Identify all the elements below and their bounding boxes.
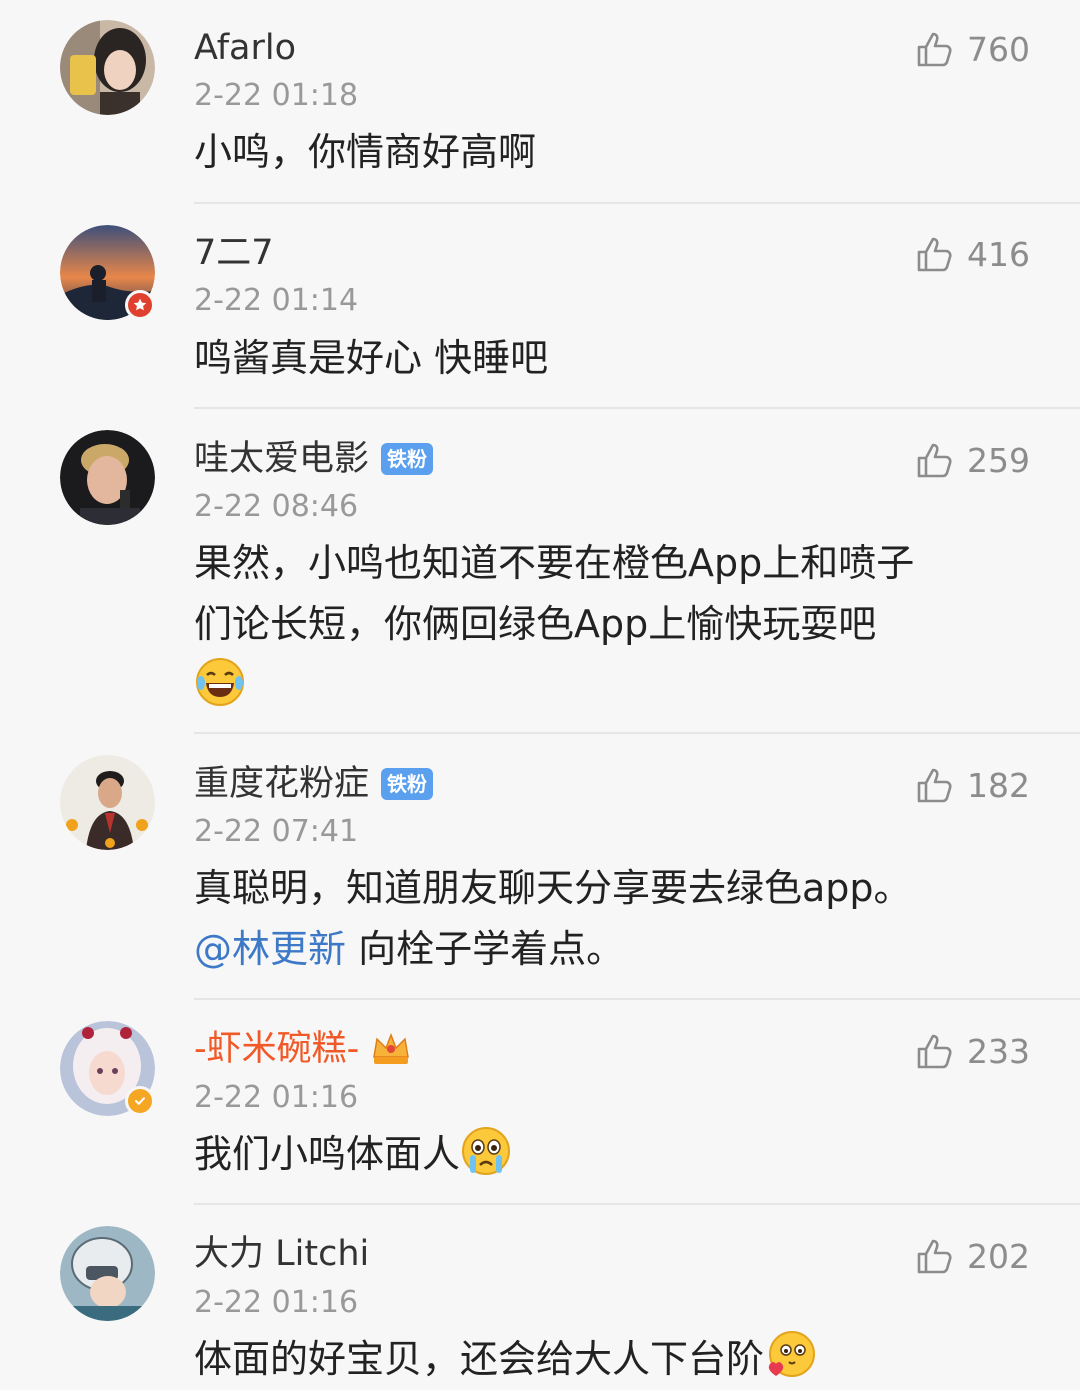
thumbs-up-icon [917, 1239, 952, 1274]
like-button[interactable]: 760 [915, 25, 1030, 73]
thumbs-up-icon [917, 237, 952, 272]
like-button[interactable]: 259 [915, 436, 1030, 484]
comment-timestamp: 2-22 01:16 [194, 1285, 359, 1320]
thumbs-up-icon [917, 1034, 952, 1069]
thumbs-up-icon [917, 32, 952, 67]
avatar[interactable] [60, 755, 155, 850]
divider [194, 998, 1080, 1000]
divider [194, 732, 1080, 734]
avatar[interactable] [60, 1226, 155, 1321]
like-count: 233 [967, 1031, 1030, 1071]
comment-text-line: 我们小鸣体面人 [194, 1132, 461, 1176]
divider [194, 202, 1080, 204]
like-count: 760 [967, 29, 1030, 69]
comment-timestamp: 2-22 07:41 [194, 814, 359, 849]
comment-text: 真聪明，知道朋友聊天分享要去绿色app。 @林更新 向栓子学着点。 [194, 858, 1024, 980]
username[interactable]: 7二7 [194, 229, 274, 277]
thumbs-up-icon [917, 768, 952, 803]
verified-badge-icon [125, 290, 155, 320]
like-count: 416 [967, 234, 1030, 274]
comment-text: 小鸣，你情商好高啊 [194, 130, 537, 174]
crown-icon [373, 1032, 410, 1064]
comment-text: 我们小鸣体面人 [194, 1124, 1024, 1185]
divider [194, 407, 1080, 409]
comment-text: 果然，小鸣也知道不要在橙色App上和喷子 们论长短，你俩回绿色App上愉快玩耍吧 [194, 533, 1024, 716]
comment-list: Afarlo 2-22 01:18 760 小鸣，你情商好高啊 7二7 2-22… [0, 0, 1080, 1390]
avatar[interactable] [60, 20, 155, 115]
mention-link[interactable]: @林更新 [194, 927, 346, 971]
username[interactable]: Afarlo [194, 24, 296, 72]
fan-badge: 铁粉 [381, 768, 434, 800]
comment-text-line: 体面的好宝贝，还会给大人下台阶 [194, 1337, 765, 1381]
comment-timestamp: 2-22 01:14 [194, 283, 359, 318]
comment-timestamp: 2-22 01:18 [194, 78, 359, 113]
like-button[interactable]: 182 [915, 761, 1030, 809]
username[interactable]: 哇太爱电影 [194, 435, 369, 483]
thumbs-up-icon [917, 443, 952, 478]
like-count: 202 [967, 1236, 1030, 1276]
username[interactable]: -虾米碗糕- [194, 1025, 359, 1073]
comment-timestamp: 2-22 08:46 [194, 489, 359, 524]
fan-badge: 铁粉 [381, 443, 434, 475]
comment-text-line: 们论长短，你俩回绿色App上愉快玩耍吧 [194, 602, 877, 646]
username[interactable]: 重度花粉症 [194, 760, 369, 808]
like-count: 259 [967, 440, 1030, 480]
username[interactable]: 大力 Litchi [194, 1230, 369, 1278]
comment-timestamp: 2-22 01:16 [194, 1080, 359, 1115]
comment-text-line: 真聪明，知道朋友聊天分享要去绿色app。 [194, 866, 912, 910]
crying-emoji [462, 1127, 511, 1175]
comment-text-line: 向栓子学着点。 [346, 927, 625, 971]
comment-text: 体面的好宝贝，还会给大人下台阶 [194, 1329, 1024, 1390]
avatar[interactable] [60, 225, 155, 320]
like-count: 182 [967, 765, 1030, 805]
laughing-tears-emoji [196, 658, 244, 706]
avatar[interactable] [60, 430, 155, 525]
like-button[interactable]: 416 [915, 230, 1030, 278]
divider [194, 1203, 1080, 1205]
avatar[interactable] [60, 1021, 155, 1116]
like-button[interactable]: 202 [915, 1232, 1030, 1280]
verified-badge-icon [125, 1086, 155, 1116]
comment-text-line: 果然，小鸣也知道不要在橙色App上和喷子 [194, 541, 915, 585]
like-button[interactable]: 233 [915, 1027, 1030, 1075]
shy-heart-emoji [768, 1331, 816, 1377]
comment-text: 鸣酱真是好心 快睡吧 [194, 336, 549, 380]
